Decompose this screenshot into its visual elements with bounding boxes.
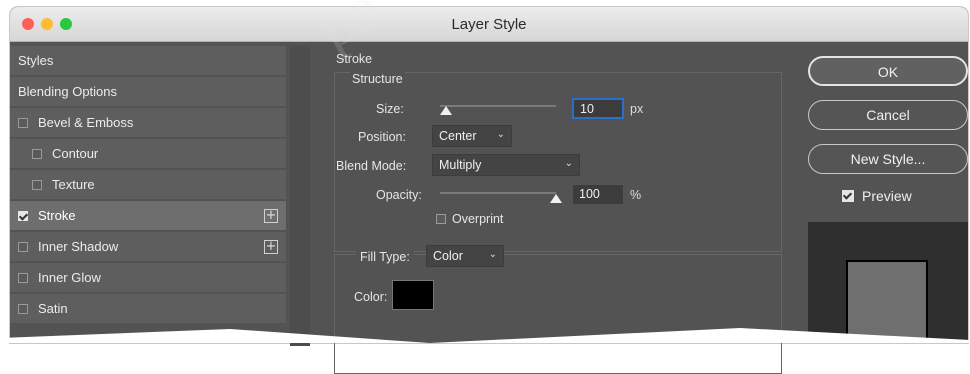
- torn-edge: [0, 328, 970, 343]
